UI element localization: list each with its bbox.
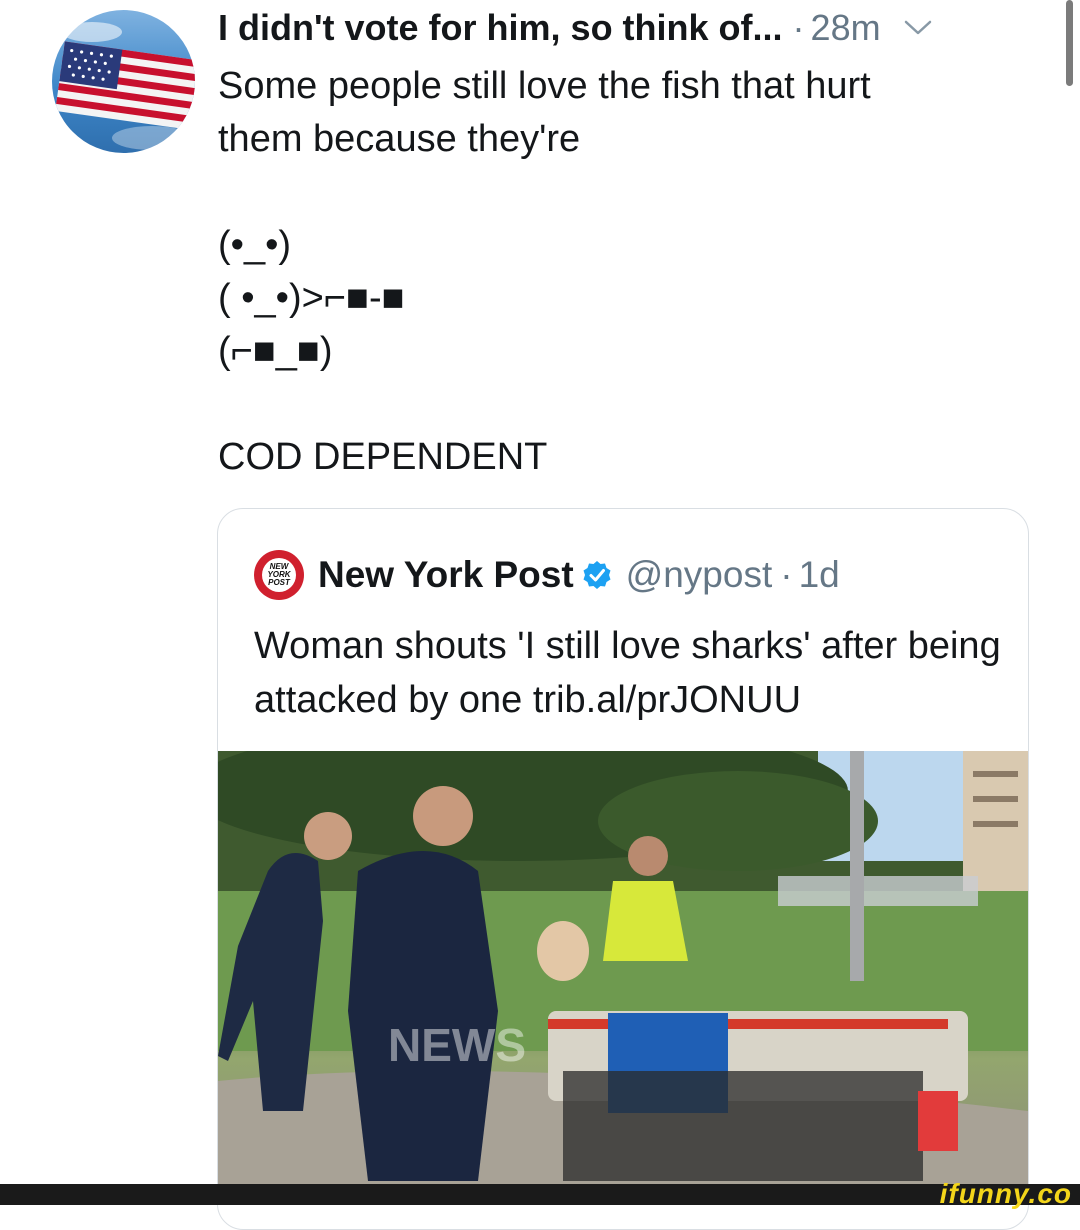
quoted-timestamp[interactable]: 1d <box>799 554 840 596</box>
quoted-separator: · <box>780 554 793 595</box>
chevron-down-icon[interactable] <box>903 18 933 38</box>
us-flag-avatar-icon <box>55 22 195 150</box>
quoted-author-handle[interactable]: @nypost <box>626 554 773 596</box>
nypost-logo-icon[interactable]: NEW YORK POST <box>254 550 304 600</box>
bottom-bar <box>0 1184 1080 1205</box>
news-photo-illustration: NEWS <box>218 751 1028 1191</box>
quoted-author-name[interactable]: New York Post <box>318 554 574 596</box>
quoted-tweet-card[interactable]: NEW YORK POST New York Post @nypost · 1d… <box>217 508 1029 1230</box>
tweet-timestamp[interactable]: 28m <box>811 7 881 49</box>
author-name[interactable]: I didn't vote for him, so think of... <box>218 7 783 49</box>
tweet-header: I didn't vote for him, so think of... · … <box>218 4 1058 52</box>
media-overlay-text: NEWS <box>388 1019 526 1071</box>
nypost-logo-line-3: POST <box>268 578 290 587</box>
quoted-tweet-media[interactable]: NEWS <box>218 751 1028 1191</box>
ifunny-watermark: ifunny.co <box>939 1178 1072 1209</box>
author-avatar[interactable] <box>52 10 195 153</box>
header-separator: · <box>792 7 805 48</box>
verified-badge-icon <box>583 561 611 589</box>
quoted-tweet-header: NEW YORK POST New York Post @nypost · 1d <box>254 549 840 601</box>
quoted-tweet-text: Woman shouts 'I still love sharks' after… <box>254 625 1001 721</box>
scrollbar[interactable] <box>1066 0 1073 86</box>
tweet-text: Some people still love the fish that hur… <box>218 65 871 478</box>
